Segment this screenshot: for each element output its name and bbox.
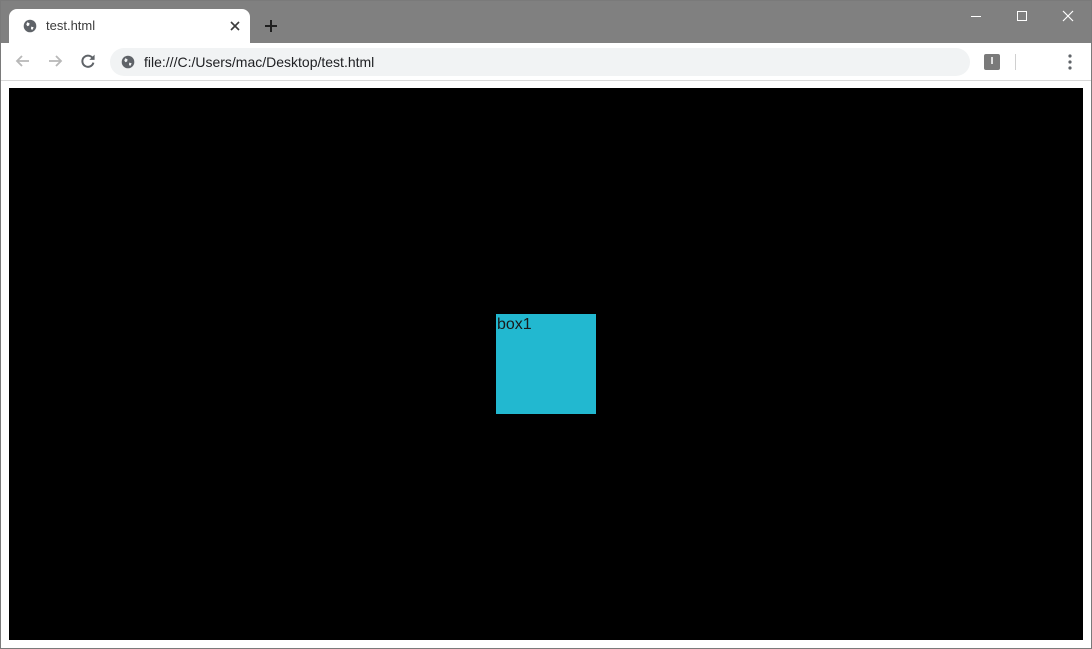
maximize-icon[interactable]	[999, 1, 1045, 31]
arrow-left-icon[interactable]	[13, 51, 33, 71]
kebab-menu-icon[interactable]	[1061, 52, 1079, 72]
address-bar[interactable]: file:///C:/Users/mac/Desktop/test.html	[110, 48, 970, 76]
tab-strip: test.html	[1, 1, 1091, 43]
window-close-icon[interactable]	[1045, 1, 1091, 31]
reload-icon[interactable]	[78, 51, 98, 71]
url-text[interactable]: file:///C:/Users/mac/Desktop/test.html	[144, 54, 374, 70]
box1: box1	[496, 314, 596, 414]
browser-window: test.html file:///C:/Users/mac/Desktop/t…	[0, 0, 1092, 649]
site-info-globe-icon[interactable]	[121, 55, 135, 69]
page-viewport: box1	[9, 88, 1083, 640]
browser-toolbar: file:///C:/Users/mac/Desktop/test.html I	[1, 43, 1091, 81]
arrow-right-icon[interactable]	[45, 51, 65, 71]
extension-icon[interactable]: I	[984, 54, 1000, 70]
globe-icon	[23, 19, 37, 33]
toolbar-divider	[1015, 54, 1016, 70]
minimize-icon[interactable]	[953, 1, 999, 31]
active-tab[interactable]: test.html	[9, 9, 250, 43]
plus-icon[interactable]	[263, 18, 279, 34]
tab-title: test.html	[46, 18, 96, 33]
close-icon[interactable]	[228, 19, 242, 33]
